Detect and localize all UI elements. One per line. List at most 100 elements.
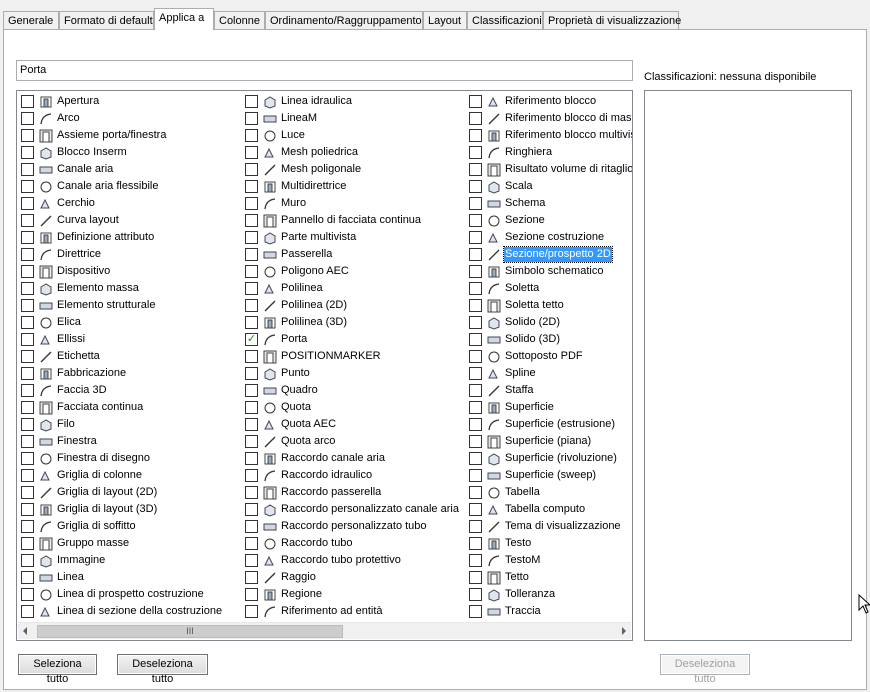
object-type-item[interactable]: Sezione costruzione (465, 229, 632, 246)
object-type-item[interactable]: Finestra di disegno (17, 450, 240, 467)
object-type-checkbox[interactable] (245, 367, 258, 380)
object-type-item[interactable]: Schema (465, 195, 632, 212)
object-type-checkbox[interactable] (21, 146, 34, 159)
object-type-checkbox[interactable] (245, 401, 258, 414)
object-type-checkbox[interactable] (21, 299, 34, 312)
object-type-checkbox[interactable] (469, 452, 482, 465)
object-type-checkbox[interactable] (469, 231, 482, 244)
object-type-item[interactable]: Parte multivista (241, 229, 464, 246)
object-type-checkbox[interactable] (21, 214, 34, 227)
classifications-list[interactable] (644, 90, 852, 641)
select-all-button[interactable]: Seleziona tutto (18, 654, 97, 685)
object-type-item[interactable]: Raccordo idraulico (241, 467, 464, 484)
object-type-item[interactable]: Linea di sezione della costruzione (17, 603, 240, 620)
object-type-item[interactable]: Simbolo schematico (465, 263, 632, 280)
object-type-checkbox[interactable] (245, 129, 258, 142)
object-type-checkbox[interactable] (469, 418, 482, 431)
object-type-checkbox[interactable] (21, 486, 34, 499)
object-type-item[interactable]: Raccordo tubo (241, 535, 464, 552)
object-type-checkbox[interactable] (21, 112, 34, 125)
tab-formato-default[interactable]: Formato di default (59, 11, 154, 30)
deselect-all-button[interactable]: Deseleziona tutto (117, 654, 208, 685)
object-type-item[interactable]: Riferimento blocco (465, 93, 632, 110)
object-type-item[interactable]: Soletta (465, 280, 632, 297)
object-type-item[interactable]: Direttrice (17, 246, 240, 263)
object-type-checkbox[interactable] (245, 282, 258, 295)
object-type-checkbox[interactable] (21, 554, 34, 567)
object-type-item[interactable]: Scala (465, 178, 632, 195)
object-type-checkbox[interactable] (245, 571, 258, 584)
object-type-checkbox[interactable] (469, 282, 482, 295)
object-type-checkbox[interactable] (21, 435, 34, 448)
object-type-item[interactable]: Staffa (465, 382, 632, 399)
object-type-checkbox[interactable] (469, 214, 482, 227)
classifications-deselect-all-button[interactable]: Deseleziona tutto (660, 654, 750, 685)
object-type-item[interactable]: Cerchio (17, 195, 240, 212)
object-type-checkbox[interactable] (21, 265, 34, 278)
object-type-item[interactable]: Mesh poligonale (241, 161, 464, 178)
object-type-item[interactable]: Pannello di facciata continua (241, 212, 464, 229)
tab-applica-a[interactable]: Applica a (154, 8, 214, 30)
object-type-checkbox[interactable] (469, 469, 482, 482)
object-type-checkbox[interactable] (245, 299, 258, 312)
tab-proprieta-visualizzazione[interactable]: Proprietà di visualizzazione (543, 11, 681, 30)
object-type-item[interactable]: Raggio (241, 569, 464, 586)
object-type-checkbox[interactable] (469, 163, 482, 176)
object-type-checkbox[interactable] (21, 588, 34, 601)
object-type-item[interactable]: Soletta tetto (465, 297, 632, 314)
object-type-checkbox[interactable] (245, 469, 258, 482)
object-type-item[interactable]: Linea idraulica (241, 93, 464, 110)
object-type-item[interactable]: Linea (17, 569, 240, 586)
object-type-checkbox[interactable] (469, 112, 482, 125)
object-type-item[interactable]: Multidirettrice (241, 178, 464, 195)
object-type-checkbox[interactable] (21, 163, 34, 176)
object-type-item[interactable]: Quota AEC (241, 416, 464, 433)
object-type-item[interactable]: ✓ Porta (241, 331, 464, 348)
object-type-checkbox[interactable] (21, 316, 34, 329)
tab-layout[interactable]: Layout (423, 11, 467, 30)
object-type-item[interactable]: Quota (241, 399, 464, 416)
tab-classificazioni[interactable]: Classificazioni (467, 11, 543, 30)
object-type-item[interactable]: Assieme porta/finestra (17, 127, 240, 144)
scrollbar-thumb[interactable]: III (37, 625, 343, 638)
object-type-item[interactable]: Riferimento blocco di masch (465, 110, 632, 127)
object-type-item[interactable]: Punto (241, 365, 464, 382)
object-type-item[interactable]: Elemento strutturale (17, 297, 240, 314)
object-type-checkbox[interactable] (245, 588, 258, 601)
object-type-item[interactable]: Raccordo personalizzato canale aria (241, 501, 464, 518)
object-type-checkbox[interactable] (469, 605, 482, 618)
object-type-item[interactable]: Ellissi (17, 331, 240, 348)
object-type-item[interactable]: Superficie (rivoluzione) (465, 450, 632, 467)
object-type-checkbox[interactable] (245, 350, 258, 363)
object-type-checkbox[interactable] (469, 299, 482, 312)
object-type-item[interactable]: Griglia di soffitto (17, 518, 240, 535)
object-type-item[interactable]: Arco (17, 110, 240, 127)
scroll-right-arrow-icon[interactable] (622, 627, 626, 635)
object-type-item[interactable]: Immagine (17, 552, 240, 569)
object-type-checkbox[interactable] (469, 537, 482, 550)
object-type-checkbox[interactable] (21, 95, 34, 108)
object-type-item[interactable]: Definizione attributo (17, 229, 240, 246)
object-type-item[interactable]: Mesh poliedrica (241, 144, 464, 161)
object-type-checkbox[interactable] (21, 248, 34, 261)
object-type-checkbox[interactable] (469, 486, 482, 499)
object-type-item[interactable]: Filo (17, 416, 240, 433)
object-type-checkbox[interactable] (245, 537, 258, 550)
object-type-item[interactable]: Finestra (17, 433, 240, 450)
object-type-item[interactable]: Risultato volume di ritaglio (465, 161, 632, 178)
object-type-item[interactable]: Muro (241, 195, 464, 212)
object-type-item[interactable]: Sezione/prospetto 2D (465, 246, 632, 263)
object-type-item[interactable]: Linea di prospetto costruzione (17, 586, 240, 603)
object-type-checkbox[interactable] (469, 503, 482, 516)
object-type-item[interactable]: Sottoposto PDF (465, 348, 632, 365)
object-type-item[interactable]: Curva layout (17, 212, 240, 229)
object-type-item[interactable]: Dispositivo (17, 263, 240, 280)
object-type-checkbox[interactable] (245, 146, 258, 159)
object-type-checkbox[interactable] (469, 384, 482, 397)
object-type-checkbox[interactable] (245, 265, 258, 278)
object-type-item[interactable]: Apertura (17, 93, 240, 110)
object-type-item[interactable]: Superficie (sweep) (465, 467, 632, 484)
object-type-item[interactable]: TestoM (465, 552, 632, 569)
object-type-checkbox[interactable] (469, 180, 482, 193)
object-type-checkbox[interactable] (245, 503, 258, 516)
